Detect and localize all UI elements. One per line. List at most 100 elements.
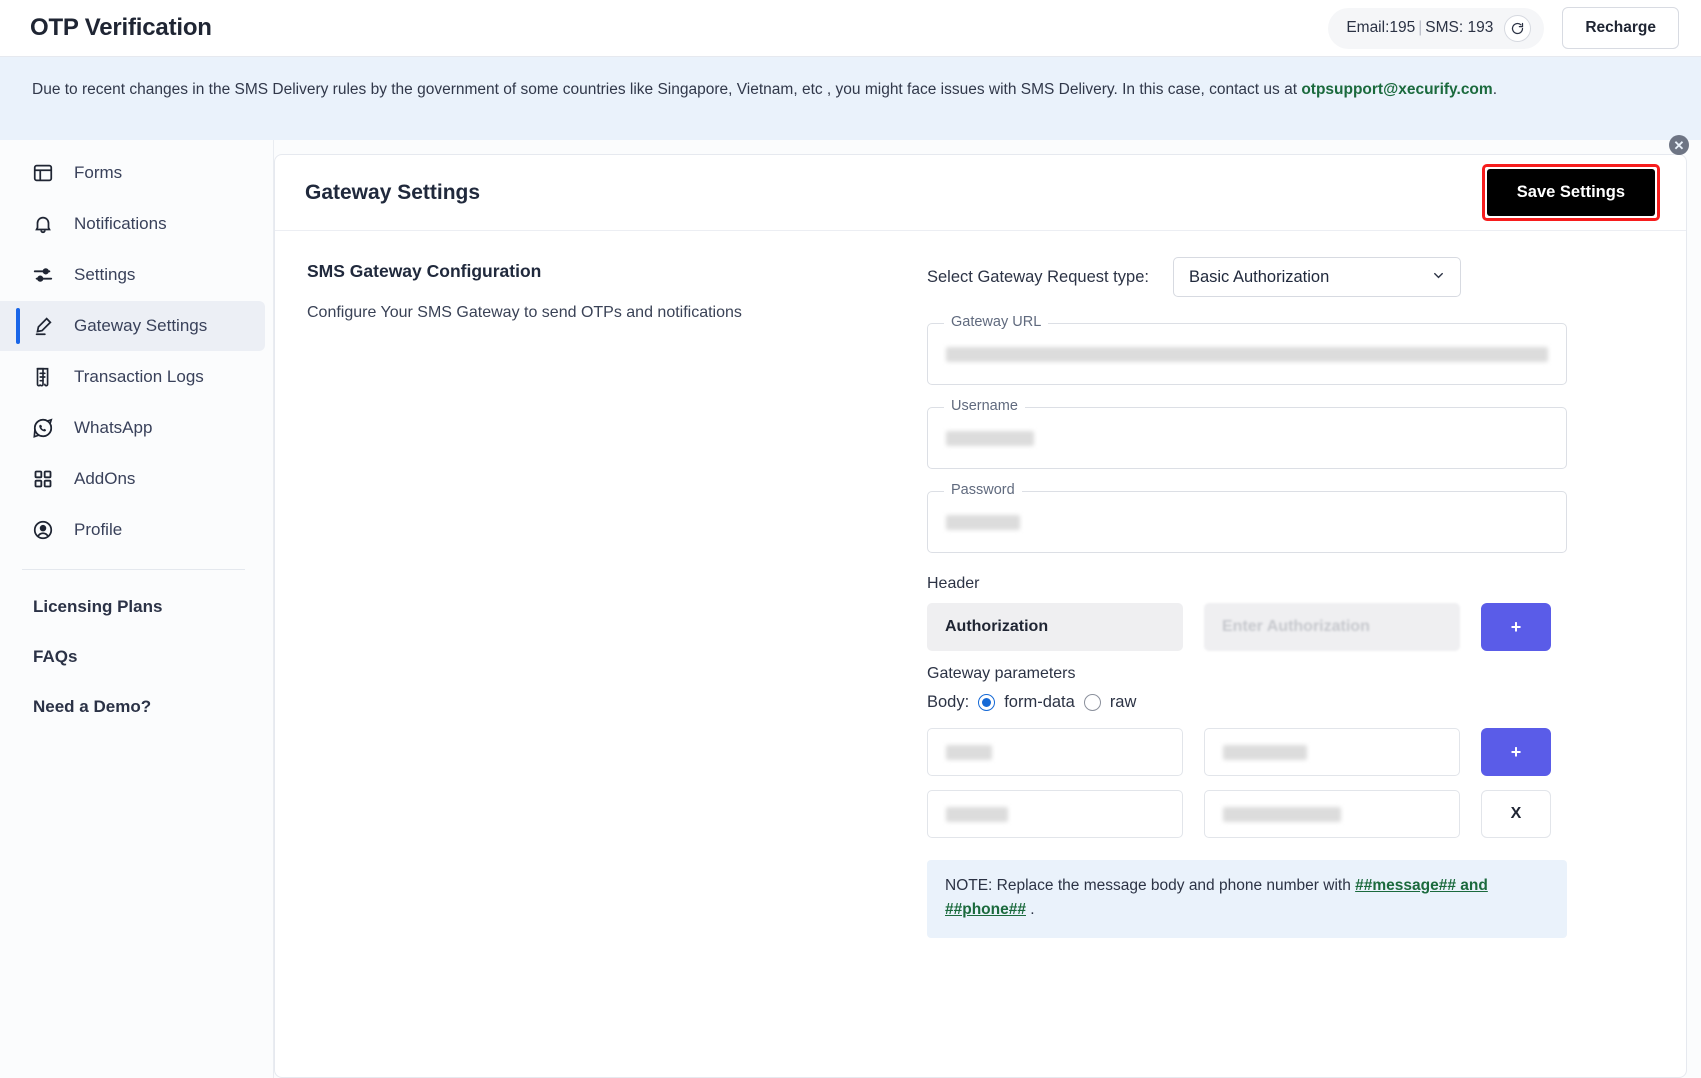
card-header: Gateway Settings Save Settings [275, 155, 1686, 231]
credits-pill: Email:195 | SMS: 193 [1328, 7, 1545, 49]
sidebar-label: Transaction Logs [74, 367, 204, 386]
redacted-value [946, 514, 1020, 530]
alert-text: Due to recent changes in the SMS Deliver… [32, 77, 1512, 102]
credits-email: Email:195 [1346, 19, 1416, 36]
main-content: Gateway Settings Save Settings SMS Gatew… [274, 140, 1701, 1078]
alert-period: . [1492, 81, 1497, 98]
gateway-form: Select Gateway Request type: Basic Autho… [927, 257, 1567, 1077]
top-bar-actions: Email:195 | SMS: 193 Recharge [1328, 7, 1679, 49]
sidebar-item-faqs[interactable]: FAQs [0, 632, 273, 682]
redacted-value [1223, 806, 1341, 822]
credits-sms: SMS: 193 [1425, 19, 1494, 36]
sidebar-label: AddOns [74, 469, 136, 488]
radio-raw-label: raw [1109, 693, 1137, 711]
sidebar-item-whatsapp[interactable]: WhatsApp [0, 403, 265, 453]
header-group-label: Header [927, 575, 980, 592]
param-row: X [927, 790, 1567, 838]
forms-icon [30, 160, 56, 186]
sidebar-label: Gateway Settings [74, 316, 208, 335]
request-type-value: Basic Authorization [1188, 267, 1330, 286]
password-input[interactable] [927, 491, 1567, 553]
page-title: Gateway Settings [305, 180, 481, 204]
note-prefix: NOTE: Replace the message body and phone… [945, 877, 1356, 894]
chevron-down-icon [1431, 268, 1446, 286]
redacted-value [1223, 744, 1307, 760]
app-root: OTP Verification Email:195 | SMS: 193 Rech… [0, 0, 1701, 1078]
redacted-value [946, 744, 992, 760]
section-title: SMS Gateway Configuration [307, 261, 542, 281]
username-input[interactable] [927, 407, 1567, 469]
sidebar-label: Profile [74, 520, 123, 539]
save-settings-button[interactable]: Save Settings [1486, 169, 1655, 216]
gateway-settings-card: Gateway Settings Save Settings SMS Gatew… [274, 154, 1687, 1078]
params-group-label: Gateway parameters [927, 665, 1076, 682]
gateway-url-field[interactable]: Gateway URL [927, 314, 1567, 385]
sms-delivery-alert: Due to recent changes in the SMS Deliver… [0, 57, 1701, 155]
gateway-url-input[interactable] [927, 323, 1567, 385]
username-label: Username [944, 398, 1025, 414]
param-key-input[interactable] [927, 728, 1183, 776]
redacted-value [946, 346, 1548, 362]
request-type-select[interactable]: Basic Authorization [1172, 257, 1461, 297]
request-type-row: Select Gateway Request type: Basic Autho… [927, 257, 1567, 297]
param-value-input[interactable] [1204, 728, 1460, 776]
sidebar-item-addons[interactable]: AddOns [0, 454, 265, 504]
password-field[interactable]: Password [927, 482, 1567, 553]
pen-icon [30, 313, 56, 339]
support-email-link[interactable]: otpsupport@xecurify.com [1301, 81, 1492, 98]
sidebar-label: Notifications [74, 214, 167, 233]
app-title: OTP Verification [30, 14, 212, 41]
sidebar-label: WhatsApp [74, 418, 153, 437]
param-value-input[interactable] [1204, 790, 1460, 838]
header-key-input[interactable]: Authorization [927, 603, 1183, 651]
redacted-value [946, 430, 1034, 446]
recharge-button[interactable]: Recharge [1562, 7, 1679, 49]
body-label: Body: [927, 693, 970, 711]
note-banner: NOTE: Replace the message body and phone… [927, 860, 1567, 939]
request-type-label: Select Gateway Request type: [927, 267, 1149, 286]
gateway-url-label: Gateway URL [944, 314, 1049, 330]
top-bar: OTP Verification Email:195 | SMS: 193 Rech… [0, 0, 1701, 57]
close-icon[interactable]: ✕ [1669, 135, 1689, 155]
param-row: + [927, 728, 1567, 776]
header-value-input[interactable]: Enter Authorization [1204, 603, 1460, 651]
sidebar-item-profile[interactable]: Profile [0, 505, 265, 555]
note-suffix: . [1025, 901, 1035, 919]
card-body: SMS Gateway Configuration Configure Your… [275, 231, 1686, 1077]
sidebar: Forms Notifications Settings Gateway Set… [0, 140, 274, 1078]
grid-icon [30, 466, 56, 492]
username-field[interactable]: Username [927, 398, 1567, 469]
delete-param-button[interactable]: X [1481, 790, 1551, 838]
radio-form-data[interactable] [978, 694, 996, 711]
sidebar-item-notifications[interactable]: Notifications [0, 199, 265, 249]
add-param-button[interactable]: + [1481, 728, 1551, 776]
sidebar-item-gateway-settings[interactable]: Gateway Settings [0, 301, 265, 351]
configuration-description: SMS Gateway Configuration Configure Your… [307, 257, 927, 1077]
sidebar-item-licensing-plans[interactable]: Licensing Plans [0, 582, 273, 632]
sidebar-item-settings[interactable]: Settings [0, 250, 265, 300]
sidebar-label: Settings [74, 265, 136, 284]
param-key-input[interactable] [927, 790, 1183, 838]
sidebar-item-need-a-demo[interactable]: Need a Demo? [0, 682, 273, 732]
credits-separator: | [1418, 19, 1423, 36]
section-subtitle: Configure Your SMS Gateway to send OTPs … [307, 304, 742, 321]
user-circle-icon [30, 517, 56, 543]
refresh-icon[interactable] [1504, 14, 1532, 42]
password-label: Password [944, 482, 1022, 498]
header-row: Authorization Enter Authorization + [927, 603, 1567, 651]
radio-raw[interactable] [1083, 694, 1101, 711]
save-button-highlight: Save Settings [1481, 164, 1660, 221]
body-type-radio-group: Body: form-data raw [927, 693, 1567, 712]
sidebar-item-forms[interactable]: Forms [0, 148, 265, 198]
sidebar-divider [22, 569, 245, 570]
receipt-icon [30, 364, 56, 390]
body-row: Forms Notifications Settings Gateway Set… [0, 140, 1701, 1078]
sidebar-item-transaction-logs[interactable]: Transaction Logs [0, 352, 265, 402]
add-header-button[interactable]: + [1481, 603, 1551, 651]
redacted-value [946, 806, 1008, 822]
alert-message: Due to recent changes in the SMS Deliver… [32, 81, 1302, 98]
whatsapp-icon [30, 415, 56, 441]
sliders-icon [30, 262, 56, 288]
sidebar-label: Forms [74, 163, 123, 182]
bell-icon [30, 211, 56, 237]
